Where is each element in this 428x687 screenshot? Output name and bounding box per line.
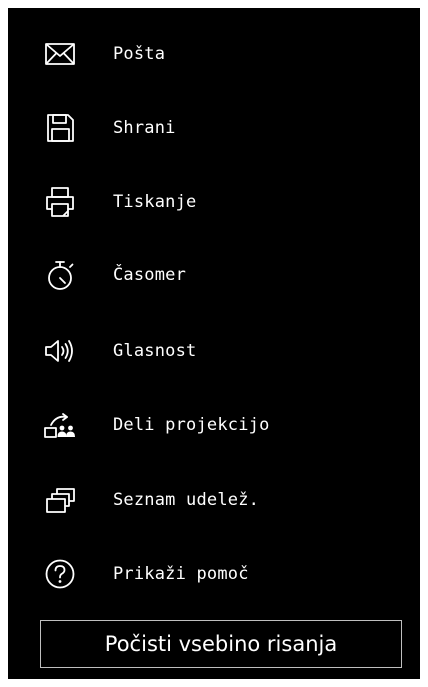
menu-item-volume[interactable]: Glasnost: [8, 323, 420, 379]
menu-item-label: Prikaži pomoč: [113, 564, 249, 584]
menu-item-share-screen[interactable]: Deli projekcijo: [8, 397, 420, 453]
share-screen-icon: [40, 405, 80, 445]
stopwatch-icon: [40, 255, 80, 295]
menu-item-help[interactable]: Prikaži pomoč: [8, 546, 420, 602]
menu-item-stopwatch[interactable]: Časomer: [8, 247, 420, 303]
mail-icon: [40, 34, 80, 74]
menu-item-label: Seznam udelež.: [113, 490, 260, 510]
save-icon: [40, 108, 80, 148]
menu-item-label: Tiskanje: [113, 192, 197, 212]
menu-item-label: Časomer: [113, 265, 187, 285]
menu-panel: Pošta Shrani Tiskanje Časomer Glasnost D…: [8, 8, 420, 679]
windows-stack-icon: [40, 480, 80, 520]
menu-item-print[interactable]: Tiskanje: [8, 174, 420, 230]
help-icon: [40, 554, 80, 594]
clear-drawing-button[interactable]: Počisti vsebino risanja: [40, 620, 402, 668]
menu-item-mail[interactable]: Pošta: [8, 26, 420, 82]
menu-item-attendees[interactable]: Seznam udelež.: [8, 472, 420, 528]
menu-item-save[interactable]: Shrani: [8, 100, 420, 156]
menu-item-label: Shrani: [113, 118, 176, 138]
menu-item-label: Glasnost: [113, 341, 197, 361]
printer-icon: [40, 182, 80, 222]
speaker-volume-icon: [40, 331, 80, 371]
menu-item-label: Pošta: [113, 44, 166, 64]
menu-item-label: Deli projekcijo: [113, 415, 270, 435]
